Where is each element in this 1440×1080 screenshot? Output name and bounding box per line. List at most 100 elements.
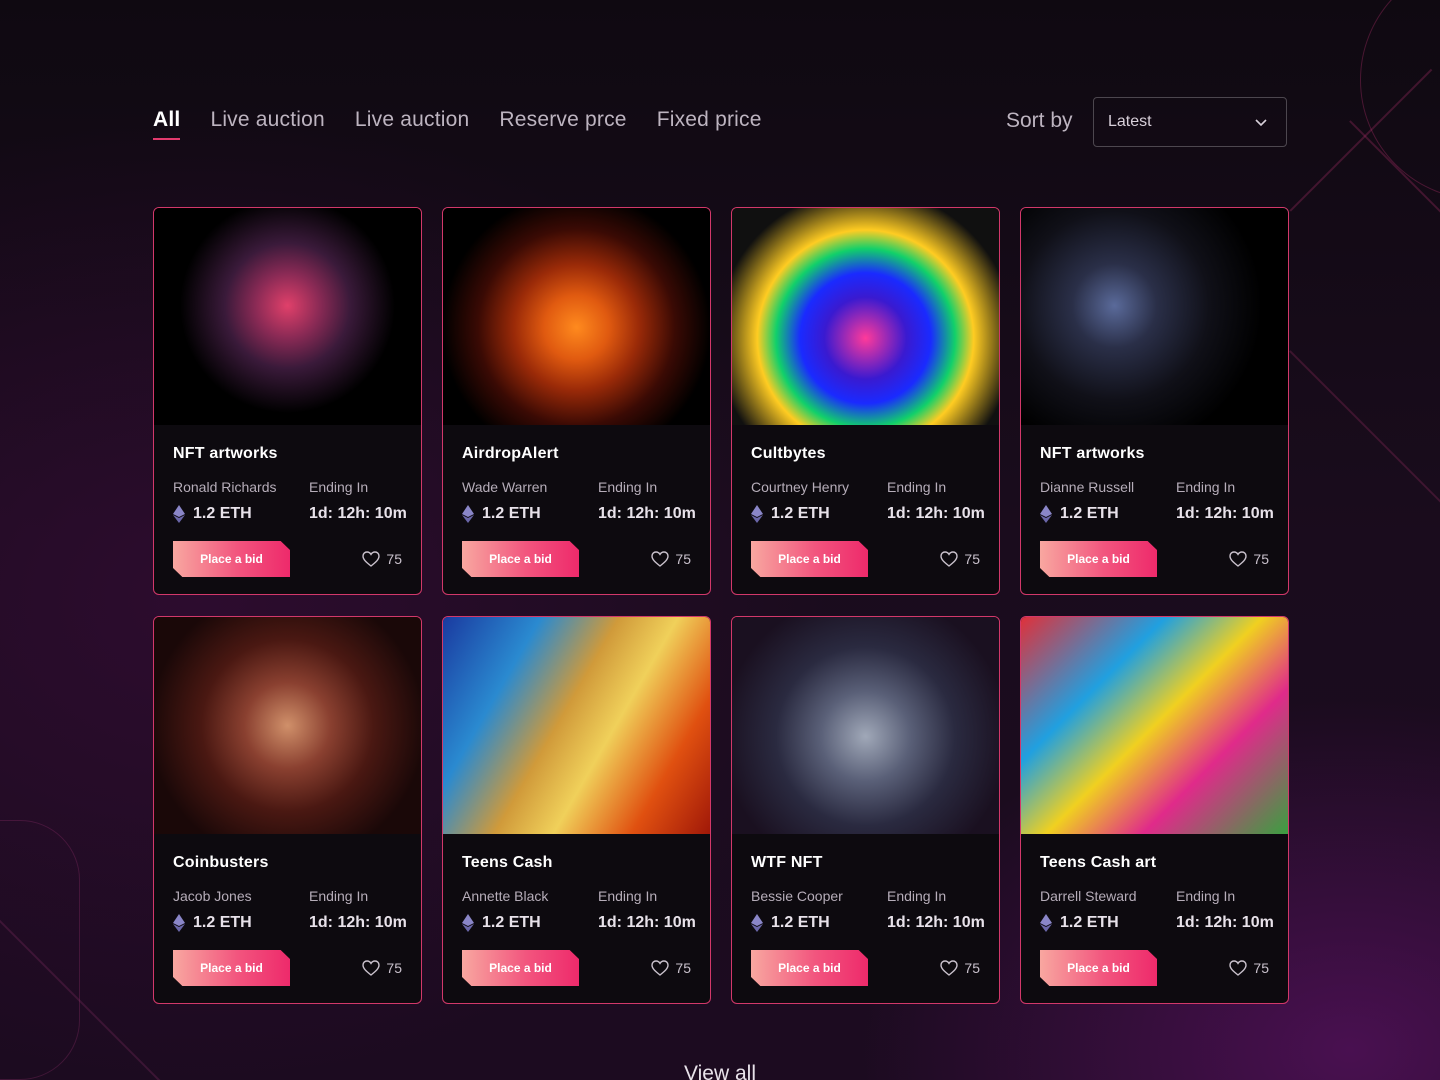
nft-title: NFT artworks bbox=[1040, 445, 1145, 462]
owner-name: Jacob Jones bbox=[173, 888, 252, 904]
nft-artwork-image[interactable] bbox=[1021, 208, 1288, 425]
likes-count: 75 bbox=[964, 551, 980, 567]
action-row: Place a bid 75 bbox=[1040, 541, 1269, 577]
heart-icon[interactable] bbox=[362, 960, 381, 976]
ending-label: Ending In bbox=[1176, 479, 1236, 495]
owner-name: Courtney Henry bbox=[751, 479, 850, 495]
ending-label: Ending In bbox=[1176, 888, 1236, 904]
heart-icon[interactable] bbox=[651, 960, 670, 976]
price: 1.2 ETH bbox=[173, 914, 252, 932]
owner-name: Darrell Steward bbox=[1040, 888, 1137, 904]
sort-select[interactable]: Latest bbox=[1093, 97, 1287, 147]
value-row: 1.2 ETH 1d: 12h: 10m bbox=[173, 505, 407, 523]
card-body: Cultbytes Courtney Henry Ending In 1.2 E… bbox=[732, 425, 999, 577]
nft-card[interactable]: Teens Cash art Darrell Steward Ending In… bbox=[1020, 616, 1289, 1004]
meta-row: Ronald Richards Ending In bbox=[173, 479, 402, 495]
sort-label: Sort by bbox=[1006, 109, 1073, 132]
ethereum-icon bbox=[1040, 505, 1052, 523]
nft-card[interactable]: AirdropAlert Wade Warren Ending In 1.2 E… bbox=[442, 207, 711, 595]
place-bid-button[interactable]: Place a bid bbox=[1040, 541, 1157, 577]
nft-artwork-image[interactable] bbox=[154, 208, 421, 425]
heart-icon[interactable] bbox=[1229, 960, 1248, 976]
chevron-down-icon bbox=[1255, 119, 1267, 127]
price-value: 1.2 ETH bbox=[1060, 914, 1119, 931]
nft-card[interactable]: Cultbytes Courtney Henry Ending In 1.2 E… bbox=[731, 207, 1000, 595]
likes-count: 75 bbox=[675, 960, 691, 976]
heart-icon[interactable] bbox=[651, 551, 670, 567]
nft-artwork-image[interactable] bbox=[154, 617, 421, 834]
place-bid-button[interactable]: Place a bid bbox=[173, 541, 290, 577]
price-value: 1.2 ETH bbox=[193, 505, 252, 522]
nft-card[interactable]: WTF NFT Bessie Cooper Ending In 1.2 ETH … bbox=[731, 616, 1000, 1004]
card-body: Teens Cash Annette Black Ending In 1.2 E… bbox=[443, 834, 710, 986]
place-bid-button[interactable]: Place a bid bbox=[462, 541, 579, 577]
nft-card[interactable]: Coinbusters Jacob Jones Ending In 1.2 ET… bbox=[153, 616, 422, 1004]
nft-title: WTF NFT bbox=[751, 854, 823, 871]
meta-row: Dianne Russell Ending In bbox=[1040, 479, 1269, 495]
ending-label: Ending In bbox=[598, 479, 658, 495]
decorative-line bbox=[0, 900, 165, 1080]
nft-artwork-image[interactable] bbox=[443, 208, 710, 425]
ending-label: Ending In bbox=[598, 888, 658, 904]
action-row: Place a bid 75 bbox=[173, 541, 402, 577]
heart-icon[interactable] bbox=[940, 551, 959, 567]
ending-label: Ending In bbox=[309, 479, 369, 495]
price: 1.2 ETH bbox=[173, 505, 252, 523]
price-value: 1.2 ETH bbox=[771, 914, 830, 931]
nft-artwork-image[interactable] bbox=[732, 208, 999, 425]
nft-title: Coinbusters bbox=[173, 854, 269, 871]
price: 1.2 ETH bbox=[751, 914, 830, 932]
ethereum-icon bbox=[173, 505, 185, 523]
nft-card[interactable]: NFT artworks Dianne Russell Ending In 1.… bbox=[1020, 207, 1289, 595]
ethereum-icon bbox=[1040, 914, 1052, 932]
ending-label: Ending In bbox=[309, 888, 369, 904]
tab-fixed-price[interactable]: Fixed price bbox=[657, 108, 762, 140]
owner-name: Ronald Richards bbox=[173, 479, 277, 495]
value-row: 1.2 ETH 1d: 12h: 10m bbox=[462, 505, 696, 523]
decorative-line bbox=[1289, 350, 1440, 536]
tab-all[interactable]: All bbox=[153, 108, 181, 140]
nft-artwork-image[interactable] bbox=[732, 617, 999, 834]
filter-tabs: All Live auction Live auction Reserve pr… bbox=[153, 108, 762, 140]
heart-icon[interactable] bbox=[1229, 551, 1248, 567]
likes[interactable]: 75 bbox=[651, 960, 691, 976]
nft-title: Teens Cash bbox=[462, 854, 553, 871]
view-all-link[interactable]: View all bbox=[0, 1062, 1440, 1080]
likes[interactable]: 75 bbox=[362, 551, 402, 567]
price: 1.2 ETH bbox=[1040, 505, 1119, 523]
heart-icon[interactable] bbox=[940, 960, 959, 976]
nft-artwork-image[interactable] bbox=[1021, 617, 1288, 834]
meta-row: Jacob Jones Ending In bbox=[173, 888, 402, 904]
card-body: NFT artworks Ronald Richards Ending In 1… bbox=[154, 425, 421, 577]
place-bid-button[interactable]: Place a bid bbox=[462, 950, 579, 986]
likes[interactable]: 75 bbox=[651, 551, 691, 567]
place-bid-button[interactable]: Place a bid bbox=[751, 950, 868, 986]
decorative-line bbox=[1349, 120, 1440, 249]
likes[interactable]: 75 bbox=[1229, 551, 1269, 567]
tab-live-auction[interactable]: Live auction bbox=[210, 108, 324, 140]
nft-card[interactable]: Teens Cash Annette Black Ending In 1.2 E… bbox=[442, 616, 711, 1004]
likes-count: 75 bbox=[1253, 960, 1269, 976]
heart-icon[interactable] bbox=[362, 551, 381, 567]
ending-label: Ending In bbox=[887, 888, 947, 904]
page: All Live auction Live auction Reserve pr… bbox=[0, 0, 1440, 1080]
place-bid-button[interactable]: Place a bid bbox=[173, 950, 290, 986]
nft-card[interactable]: NFT artworks Ronald Richards Ending In 1… bbox=[153, 207, 422, 595]
nft-artwork-image[interactable] bbox=[443, 617, 710, 834]
likes[interactable]: 75 bbox=[940, 960, 980, 976]
owner-name: Bessie Cooper bbox=[751, 888, 843, 904]
value-row: 1.2 ETH 1d: 12h: 10m bbox=[1040, 914, 1274, 932]
price: 1.2 ETH bbox=[462, 914, 541, 932]
place-bid-button[interactable]: Place a bid bbox=[1040, 950, 1157, 986]
tab-live-auction-2[interactable]: Live auction bbox=[355, 108, 469, 140]
value-row: 1.2 ETH 1d: 12h: 10m bbox=[462, 914, 696, 932]
likes[interactable]: 75 bbox=[362, 960, 402, 976]
likes[interactable]: 75 bbox=[940, 551, 980, 567]
likes-count: 75 bbox=[964, 960, 980, 976]
nft-title: NFT artworks bbox=[173, 445, 278, 462]
likes-count: 75 bbox=[675, 551, 691, 567]
place-bid-button[interactable]: Place a bid bbox=[751, 541, 868, 577]
tab-reserve-price[interactable]: Reserve prce bbox=[499, 108, 626, 140]
likes[interactable]: 75 bbox=[1229, 960, 1269, 976]
countdown-timer: 1d: 12h: 10m bbox=[1176, 914, 1274, 931]
